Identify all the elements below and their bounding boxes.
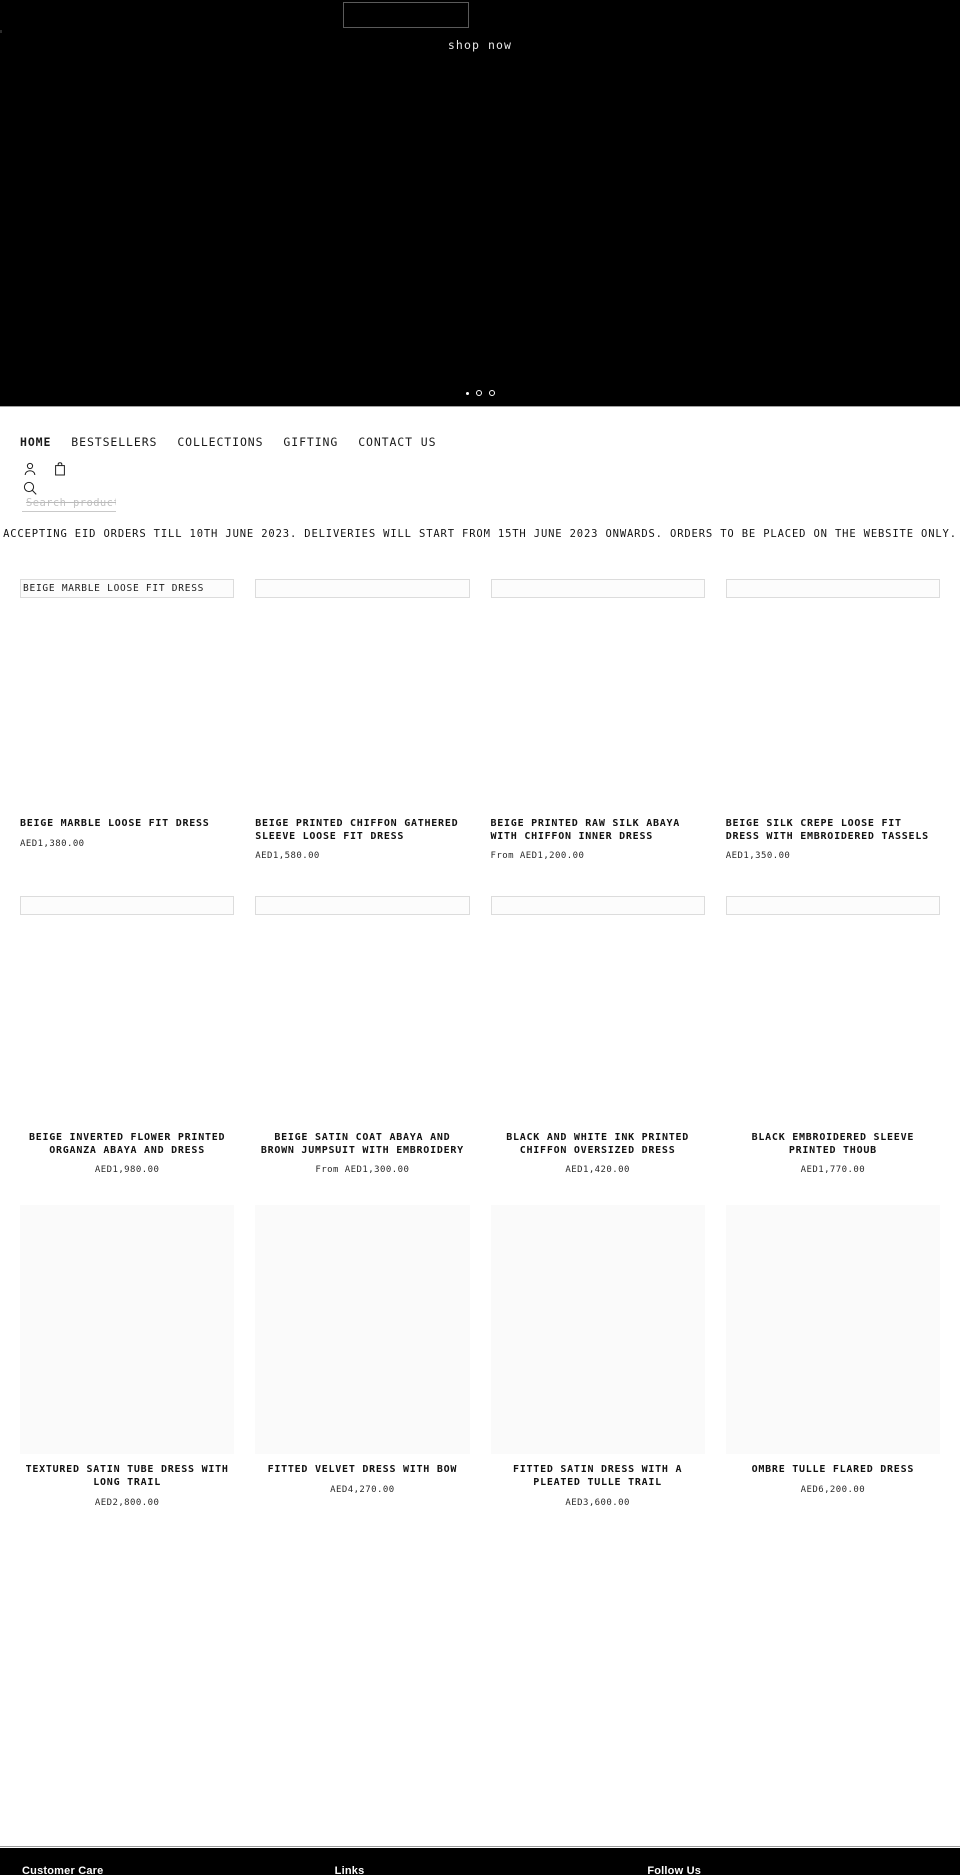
footer-heading-links: Links [334,1865,365,1875]
product-card[interactable]: TEXTURED SATIN TUBE DRESS WITH LONG TRAI… [20,1205,235,1508]
product-grid-row-2: BEIGE INVERTED FLOWER PRINTED ORGANZA AB… [0,896,960,1175]
slider-dot-2[interactable] [475,390,482,396]
product-price: AED1,350.00 [725,851,791,862]
product-card[interactable]: BEIGE SATIN COAT ABAYA AND BROWN JUMPSUI… [255,896,470,1176]
product-price: AED1,380.00 [20,838,85,849]
product-title[interactable]: BLACK EMBROIDERED SLEEVE PRINTED THOUB [726,1132,940,1157]
product-price: AED1,770.00 [800,1165,866,1176]
product-card[interactable]: BEIGE PRINTED CHIFFON GATHERED SLEEVE LO… [255,579,470,862]
nav-item-home[interactable]: HOME [20,435,51,449]
product-card[interactable]: BEIGE SILK CREPE LOOSE FIT DRESS WITH EM… [725,579,940,862]
product-card[interactable]: FITTED SATIN DRESS WITH A PLEATED TULLE … [490,1205,705,1508]
product-image-placeholder[interactable] [490,579,705,598]
nav-item-gifting[interactable]: GIFTING [283,435,338,449]
announcement-bar: ACCEPTING EID ORDERS TILL 10TH JUNE 2023… [3,528,957,540]
main-navigation: HOME BESTSELLERS COLLECTIONS GIFTING CON… [0,406,960,449]
product-image-placeholder[interactable] [490,896,705,916]
hero-stray-marker-icon [0,30,2,33]
product-image-spacer [491,915,705,1122]
account-icon[interactable] [22,461,38,477]
product-image[interactable] [255,1205,470,1455]
product-price: AED1,980.00 [94,1165,160,1176]
product-image-spacer [255,915,469,1122]
product-image-placeholder[interactable] [20,896,235,916]
product-price: AED1,420.00 [565,1165,630,1176]
product-title[interactable]: BEIGE MARBLE LOOSE FIT DRESS [20,818,234,831]
hero-banner[interactable]: shop now [0,0,960,406]
product-title[interactable]: BEIGE PRINTED CHIFFON GATHERED SLEEVE LO… [255,818,469,843]
product-image[interactable] [20,1205,235,1455]
search-area [0,477,960,512]
nav-item-collections[interactable]: COLLECTIONS [177,435,263,449]
search-input[interactable] [22,497,116,512]
header-icon-row [0,449,960,477]
product-card[interactable]: BLACK AND WHITE INK PRINTED CHIFFON OVER… [490,896,705,1176]
bag-icon[interactable] [52,461,68,477]
product-image-spacer [20,915,234,1122]
product-image-alt-text: BEIGE MARBLE LOOSE FIT DRESS [23,583,205,594]
product-title[interactable]: FITTED SATIN DRESS WITH A PLEATED TULLE … [491,1464,705,1489]
product-title[interactable]: FITTED VELVET DRESS WITH BOW [255,1464,469,1477]
product-image-spacer [726,915,940,1122]
product-image-placeholder[interactable] [255,896,470,916]
search-icon[interactable] [22,480,38,496]
product-title[interactable]: BEIGE INVERTED FLOWER PRINTED ORGANZA AB… [20,1132,234,1157]
product-title[interactable]: BEIGE SATIN COAT ABAYA AND BROWN JUMPSUI… [255,1132,469,1157]
footer-heading-customer-care: Customer Care [22,1865,104,1875]
product-price: AED1,580.00 [255,851,320,862]
product-image-placeholder[interactable] [725,579,940,598]
site-header: HOME BESTSELLERS COLLECTIONS GIFTING CON… [0,406,960,540]
slider-dot-1[interactable] [465,391,469,395]
footer-top-divider [0,1846,960,1847]
product-image-placeholder[interactable] [255,579,470,598]
product-grid-row-3: TEXTURED SATIN TUBE DRESS WITH LONG TRAI… [0,1205,960,1508]
product-title[interactable]: TEXTURED SATIN TUBE DRESS WITH LONG TRAI… [20,1464,234,1489]
product-card[interactable]: OMBRE TULLE FLARED DRESS AED6,200.00 [725,1205,940,1507]
product-card[interactable]: BEIGE INVERTED FLOWER PRINTED ORGANZA AB… [20,896,235,1176]
site-footer: Customer Care Links Follow Us [0,1848,960,1875]
product-image-spacer [255,598,469,807]
product-card[interactable]: BEIGE PRINTED RAW SILK ABAYA WITH CHIFFO… [490,579,705,862]
product-grid-row-1: BEIGE MARBLE LOOSE FIT DRESS BEIGE MARBL… [0,579,960,861]
product-title[interactable]: BEIGE PRINTED RAW SILK ABAYA WITH CHIFFO… [491,818,705,843]
product-card[interactable]: FITTED VELVET DRESS WITH BOW AED4,270.00 [255,1205,470,1507]
product-price: AED6,200.00 [800,1484,866,1495]
product-price: AED2,800.00 [94,1497,160,1508]
product-price: AED4,270.00 [330,1484,395,1495]
nav-item-contact-us[interactable]: CONTACT US [358,435,436,449]
product-price: From AED1,300.00 [315,1165,410,1176]
hero-broken-image-placeholder [343,2,469,28]
nav-item-bestsellers[interactable]: BESTSELLERS [71,435,157,449]
product-card[interactable]: BEIGE MARBLE LOOSE FIT DRESS BEIGE MARBL… [20,579,235,861]
hero-bottom-divider [0,406,960,407]
slider-dot-3[interactable] [488,390,495,396]
product-title[interactable]: OMBRE TULLE FLARED DRESS [726,1464,940,1477]
product-image[interactable] [725,1205,940,1455]
product-image-spacer [491,598,705,807]
product-image-spacer [726,598,940,807]
product-image[interactable] [490,1205,705,1455]
product-price: From AED1,200.00 [490,851,585,862]
product-price: AED3,600.00 [565,1497,630,1508]
product-image-spacer [20,598,234,807]
hero-shop-now-label[interactable]: shop now [0,38,960,52]
product-image-placeholder[interactable]: BEIGE MARBLE LOOSE FIT DRESS [20,579,235,598]
product-title[interactable]: BEIGE SILK CREPE LOOSE FIT DRESS WITH EM… [726,818,940,843]
footer-heading-follow-us: Follow Us [647,1865,702,1875]
hero-slider-dots[interactable] [0,390,960,396]
product-image-placeholder[interactable] [725,896,940,916]
product-card[interactable]: BLACK EMBROIDERED SLEEVE PRINTED THOUB A… [725,896,940,1176]
product-title[interactable]: BLACK AND WHITE INK PRINTED CHIFFON OVER… [491,1132,705,1157]
